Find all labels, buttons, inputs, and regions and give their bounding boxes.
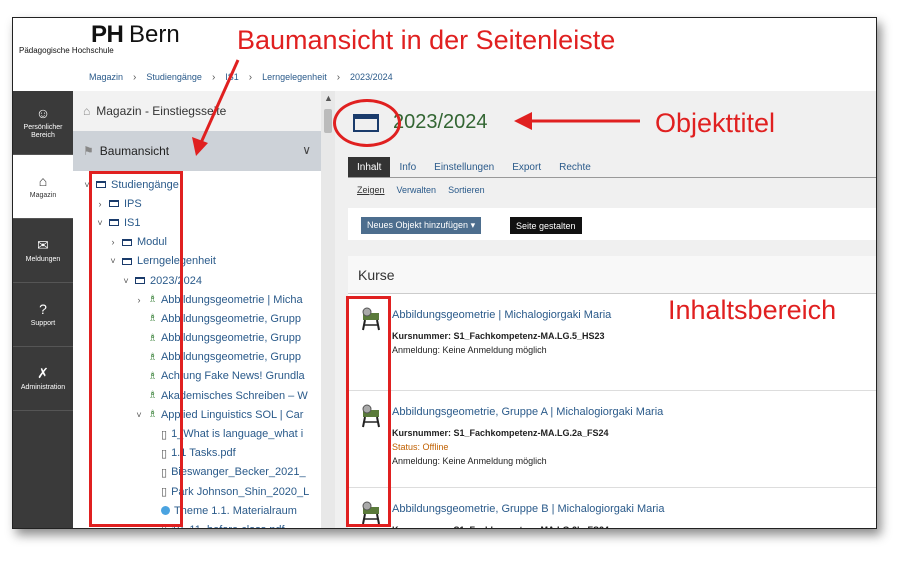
annotation-arrow-line — [198, 59, 240, 146]
annotation-arrowhead — [192, 137, 208, 156]
annotation-arrows — [192, 59, 640, 156]
annotation-arrowhead — [514, 112, 532, 130]
